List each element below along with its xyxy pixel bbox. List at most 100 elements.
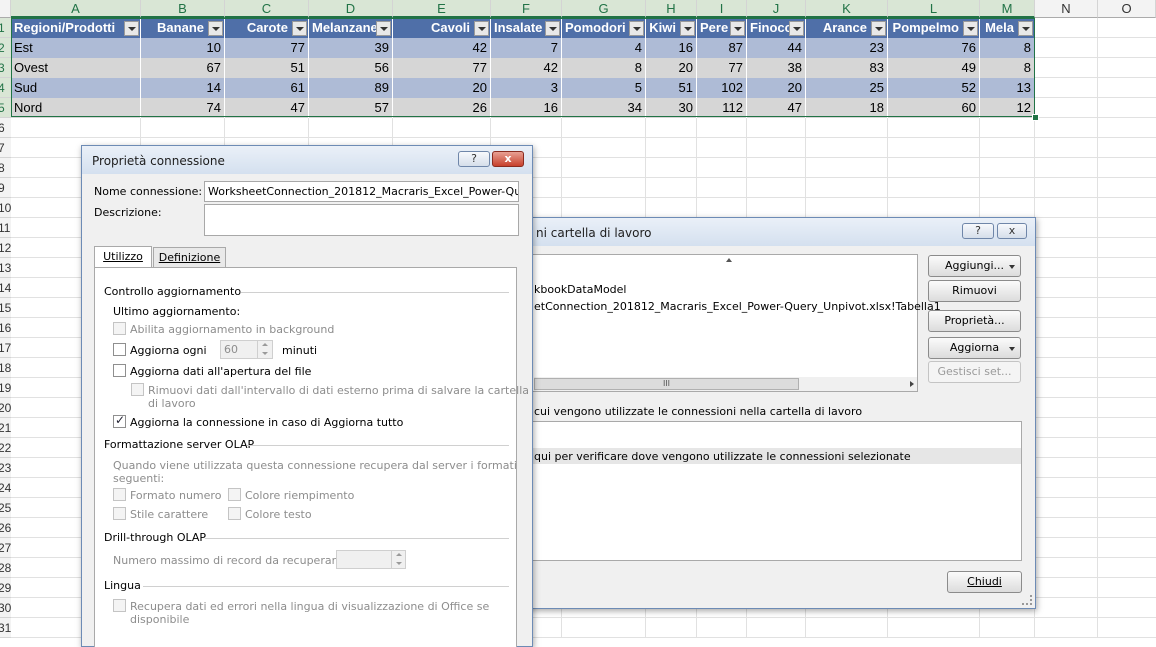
column-header[interactable]: E (393, 0, 491, 18)
table-cell[interactable]: Nord (11, 98, 141, 118)
table-cell[interactable]: 52 (888, 78, 980, 98)
column-header[interactable]: B (141, 0, 225, 18)
column-header[interactable]: D (309, 0, 393, 18)
row-header[interactable]: 30 (0, 598, 11, 618)
table-cell[interactable]: 16 (646, 38, 697, 58)
table-cell[interactable]: Sud (11, 78, 141, 98)
table-cell[interactable]: 49 (888, 58, 980, 78)
table-cell[interactable]: 47 (225, 98, 309, 118)
table-cell[interactable]: 25 (806, 78, 888, 98)
table-cell[interactable]: 61 (225, 78, 309, 98)
column-header[interactable]: L (888, 0, 980, 18)
tab-definition[interactable]: Definizione (153, 247, 226, 268)
table-cell[interactable]: 8 (980, 38, 1035, 58)
table-cell[interactable]: 51 (646, 78, 697, 98)
filter-dropdown-icon[interactable] (545, 21, 560, 36)
column-header[interactable]: M (980, 0, 1035, 18)
row-header[interactable]: 19 (0, 378, 11, 398)
table-cell[interactable]: 83 (806, 58, 888, 78)
connection-name-field[interactable]: WorksheetConnection_201812_Macraris_Exce… (204, 181, 519, 202)
table-cell[interactable]: 77 (393, 58, 491, 78)
row-header[interactable]: 20 (0, 398, 11, 418)
table-cell[interactable]: 20 (393, 78, 491, 98)
row-header[interactable]: 12 (0, 238, 11, 258)
row-header[interactable]: 24 (0, 478, 11, 498)
table-cell[interactable]: 67 (141, 58, 225, 78)
table-cell[interactable]: 26 (393, 98, 491, 118)
text-color-checkbox[interactable] (228, 507, 241, 520)
usage-panel[interactable]: qui per verificare dove vengono utilizza… (531, 421, 1022, 561)
fill-color-checkbox[interactable] (228, 488, 241, 501)
resize-grip-icon[interactable] (1022, 595, 1032, 605)
table-cell[interactable]: 8 (980, 58, 1035, 78)
row-header[interactable]: 6 (0, 118, 11, 138)
refresh-button[interactable]: Aggiorna (928, 337, 1021, 359)
table-cell[interactable]: 8 (562, 58, 646, 78)
table-cell[interactable]: 102 (697, 78, 747, 98)
table-cell[interactable]: 87 (697, 38, 747, 58)
bg-refresh-checkbox[interactable] (113, 322, 126, 335)
refresh-all-checkbox[interactable] (113, 413, 126, 428)
properties-button[interactable]: Proprietà... (928, 310, 1021, 332)
filter-dropdown-icon[interactable] (1018, 21, 1033, 36)
row-header[interactable]: 22 (0, 438, 11, 458)
table-cell[interactable]: 77 (225, 38, 309, 58)
list-item[interactable]: kbookDataModel (534, 283, 626, 296)
table-cell[interactable]: 3 (491, 78, 562, 98)
table-cell[interactable]: 23 (806, 38, 888, 58)
spin-up-icon[interactable] (258, 341, 271, 350)
close-dialog-button[interactable]: Chiudi (947, 571, 1022, 593)
row-header[interactable]: 15 (0, 298, 11, 318)
row-header[interactable]: 29 (0, 578, 11, 598)
filter-dropdown-icon[interactable] (124, 21, 139, 36)
column-header[interactable]: O (1098, 0, 1156, 18)
table-cell[interactable]: 38 (747, 58, 806, 78)
select-all-corner[interactable] (0, 0, 11, 18)
remove-data-checkbox[interactable] (131, 383, 144, 396)
table-cell[interactable]: 20 (747, 78, 806, 98)
close-button[interactable]: x (997, 223, 1027, 239)
table-cell[interactable]: 77 (697, 58, 747, 78)
row-header[interactable]: 27 (0, 538, 11, 558)
add-button[interactable]: Aggiungi... (928, 255, 1021, 277)
scrollbar-thumb[interactable]: III (534, 378, 799, 390)
row-header[interactable]: 5 (0, 98, 11, 118)
table-cell[interactable]: 20 (646, 58, 697, 78)
horizontal-scrollbar[interactable]: III (534, 377, 917, 391)
table-cell[interactable]: Est (11, 38, 141, 58)
filter-dropdown-icon[interactable] (629, 21, 644, 36)
column-header[interactable]: H (646, 0, 697, 18)
filter-dropdown-icon[interactable] (871, 21, 886, 36)
column-header[interactable]: K (806, 0, 888, 18)
table-cell[interactable]: 60 (888, 98, 980, 118)
row-header[interactable]: 18 (0, 358, 11, 378)
filter-dropdown-icon[interactable] (789, 21, 804, 36)
table-cell[interactable]: 51 (225, 58, 309, 78)
table-cell[interactable]: 18 (806, 98, 888, 118)
table-header-cell[interactable]: Regioni/Prodotti (11, 18, 141, 38)
fill-handle[interactable] (1032, 114, 1039, 121)
row-header[interactable]: 13 (0, 258, 11, 278)
column-header[interactable]: G (562, 0, 646, 18)
table-cell[interactable]: 42 (491, 58, 562, 78)
row-header[interactable]: 7 (0, 138, 11, 158)
row-header[interactable]: 16 (0, 318, 11, 338)
close-button[interactable]: x (492, 151, 524, 167)
tab-usage[interactable]: Utilizzo (94, 246, 152, 268)
number-format-checkbox[interactable] (113, 488, 126, 501)
table-cell[interactable]: 13 (980, 78, 1035, 98)
row-header[interactable]: 9 (0, 178, 11, 198)
row-header[interactable]: 21 (0, 418, 11, 438)
font-style-checkbox[interactable] (113, 507, 126, 520)
table-cell[interactable]: 76 (888, 38, 980, 58)
filter-dropdown-icon[interactable] (292, 21, 307, 36)
table-cell[interactable]: 16 (491, 98, 562, 118)
table-cell[interactable]: 4 (562, 38, 646, 58)
row-header[interactable]: 31 (0, 618, 11, 638)
table-cell[interactable]: 56 (309, 58, 393, 78)
filter-dropdown-icon[interactable] (208, 21, 223, 36)
refresh-on-open-checkbox[interactable] (113, 364, 126, 377)
row-header[interactable]: 25 (0, 498, 11, 518)
row-header[interactable]: 8 (0, 158, 11, 178)
table-cell[interactable]: 14 (141, 78, 225, 98)
